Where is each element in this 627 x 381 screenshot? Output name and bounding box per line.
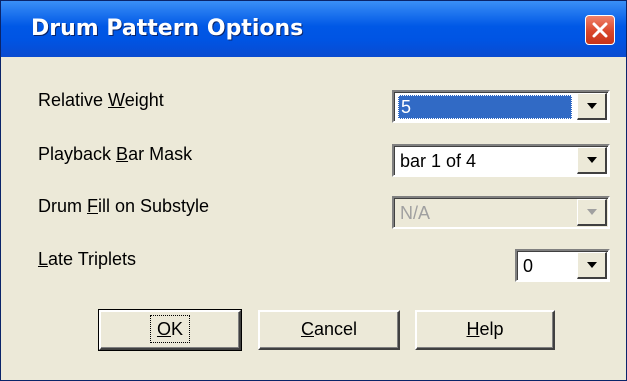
dialog-body: Relative Weight 5 Playback Bar Mask bar … [4, 57, 623, 377]
late-triplets-combo[interactable]: 0 [515, 249, 610, 282]
chevron-down-icon [587, 103, 597, 109]
close-x-icon [592, 22, 608, 38]
chevron-down-icon [587, 262, 597, 268]
drum-fill-on-substyle-dropdown-button [577, 199, 607, 226]
drum-fill-on-substyle-label: Drum Fill on Substyle [38, 196, 210, 216]
cancel-button-label: Cancel [300, 319, 358, 339]
dialog-title: Drum Pattern Options [31, 16, 304, 41]
relative-weight-dropdown-button[interactable] [577, 93, 607, 120]
relative-weight-value: 5 [398, 95, 572, 119]
ok-button[interactable]: OK [98, 309, 242, 351]
relative-weight-combo[interactable]: 5 [392, 90, 610, 123]
late-triplets-value: 0 [523, 256, 534, 276]
help-button[interactable]: Help [415, 310, 555, 350]
cancel-button[interactable]: Cancel [258, 310, 400, 350]
chevron-down-icon [587, 157, 597, 163]
drum-pattern-options-dialog: Drum Pattern Options Relative Weight 5 P… [0, 0, 627, 381]
late-triplets-dropdown-button[interactable] [577, 252, 607, 279]
playback-bar-mask-dropdown-button[interactable] [577, 147, 607, 174]
playback-bar-mask-value: bar 1 of 4 [400, 151, 477, 171]
ok-button-label: OK [149, 315, 191, 343]
drum-fill-on-substyle-value: N/A [400, 203, 431, 223]
chevron-down-icon [587, 209, 597, 215]
title-bar[interactable]: Drum Pattern Options [1, 1, 626, 57]
help-button-label: Help [466, 319, 504, 339]
relative-weight-label: Relative Weight [38, 90, 164, 110]
drum-fill-on-substyle-combo: N/A [392, 196, 610, 229]
close-button[interactable] [585, 15, 615, 45]
playback-bar-mask-combo[interactable]: bar 1 of 4 [392, 144, 610, 177]
playback-bar-mask-label: Playback Bar Mask [38, 144, 193, 164]
late-triplets-label: Late Triplets [38, 249, 137, 269]
